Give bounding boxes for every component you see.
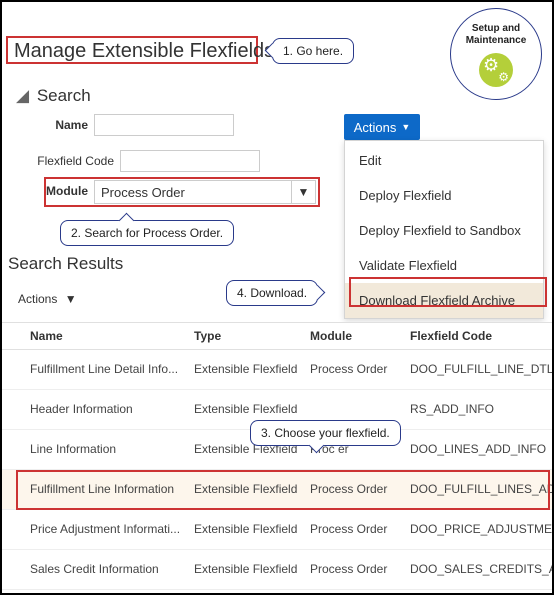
menu-item-edit[interactable]: Edit bbox=[345, 141, 543, 178]
label-flexfield-code: Flexfield Code bbox=[2, 154, 114, 168]
col-type: Type bbox=[194, 329, 221, 343]
cell-name: Sales Credit Information bbox=[30, 562, 159, 576]
callout-2: 2. Search for Process Order. bbox=[60, 220, 234, 246]
cell-type: Extensible Flexfield bbox=[194, 522, 297, 536]
collapse-icon: ◢ bbox=[16, 86, 29, 106]
module-highlight-box bbox=[44, 177, 320, 207]
gear-icon bbox=[479, 53, 513, 87]
menu-item-deploy[interactable]: Deploy Flexfield bbox=[345, 178, 543, 213]
cell-code: DOO_SALES_CREDITS_ADD_INF bbox=[410, 562, 554, 576]
cell-module: Process Order bbox=[310, 562, 387, 576]
search-header-label: Search bbox=[37, 86, 91, 105]
badge-line2: Maintenance bbox=[466, 35, 527, 46]
results-actions-label: Actions bbox=[18, 292, 57, 306]
cell-module: Process Order bbox=[310, 362, 387, 376]
cell-name: Fulfillment Line Detail Info... bbox=[30, 362, 178, 376]
actions-menu-button[interactable]: Actions ▼ bbox=[344, 114, 420, 140]
cell-type: Extensible Flexfield bbox=[194, 402, 297, 416]
cell-type: Extensible Flexfield bbox=[194, 562, 297, 576]
cell-module: Process Order bbox=[310, 522, 387, 536]
cell-code: RS_ADD_INFO bbox=[410, 402, 494, 416]
table-row[interactable]: Sales Credit Information Extensible Flex… bbox=[2, 550, 552, 590]
cell-type: Extensible Flexfield bbox=[194, 362, 297, 376]
results-table-header: Name Type Module Flexfield Code bbox=[2, 322, 552, 350]
col-module: Module bbox=[310, 329, 352, 343]
results-actions[interactable]: Actions ▼ bbox=[18, 292, 77, 306]
col-name: Name bbox=[30, 329, 63, 343]
table-row[interactable]: Price Adjustment Informati... Extensible… bbox=[2, 510, 552, 550]
badge-line1: Setup and bbox=[472, 23, 520, 34]
menu-item-deploy-sandbox[interactable]: Deploy Flexfield to Sandbox bbox=[345, 213, 543, 248]
cell-name: Price Adjustment Informati... bbox=[30, 522, 180, 536]
cell-code: DOO_LINES_ADD_INFO bbox=[410, 442, 546, 456]
callout-4: 4. Download. bbox=[226, 280, 318, 306]
actions-menu-label: Actions bbox=[354, 120, 397, 135]
results-header: Search Results bbox=[8, 254, 123, 274]
cell-code: DOO_FULFILL_LINE_DTLS_ADD_... bbox=[410, 362, 554, 376]
chevron-down-icon: ▼ bbox=[65, 292, 77, 306]
flexfield-code-input[interactable] bbox=[120, 150, 260, 172]
download-highlight-box bbox=[349, 277, 547, 307]
cell-name: Header Information bbox=[30, 402, 133, 416]
cell-code: DOO_PRICE_ADJUSTMENTS_ADD bbox=[410, 522, 554, 536]
label-name: Name bbox=[26, 118, 88, 132]
row-highlight-box bbox=[16, 470, 550, 510]
search-section-header[interactable]: ◢ Search bbox=[16, 86, 91, 106]
chevron-down-icon: ▼ bbox=[401, 122, 410, 132]
table-row[interactable]: Fulfillment Line Detail Info... Extensib… bbox=[2, 350, 552, 390]
callout-1: 1. Go here. bbox=[272, 38, 354, 64]
callout-3: 3. Choose your flexfield. bbox=[250, 420, 401, 446]
name-input[interactable] bbox=[94, 114, 234, 136]
cell-name: Line Information bbox=[30, 442, 116, 456]
setup-maintenance-badge[interactable]: Setup and Maintenance bbox=[450, 8, 542, 100]
col-code: Flexfield Code bbox=[410, 329, 492, 343]
page-title: Manage Extensible Flexfields bbox=[10, 40, 278, 63]
